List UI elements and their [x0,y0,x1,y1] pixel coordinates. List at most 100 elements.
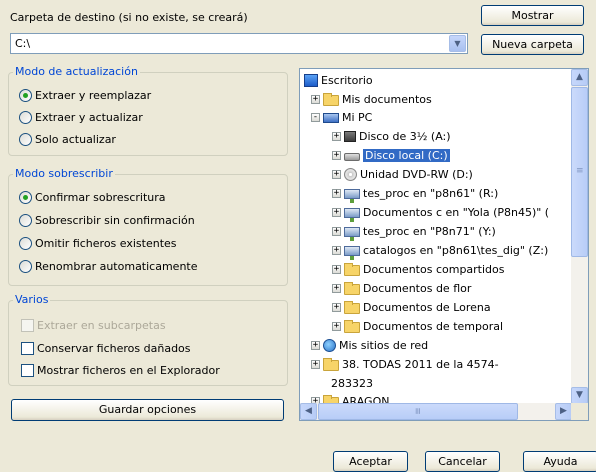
expand-icon[interactable]: + [332,131,341,141]
tree-node-label[interactable]: 283323 [331,377,373,390]
radio-icon[interactable] [19,214,32,227]
tree-node-local-disk[interactable]: + Disco local (C:) [332,146,450,164]
expand-icon[interactable]: + [332,302,341,312]
scroll-down-icon[interactable]: ▼ [571,387,588,404]
tree-node-label[interactable]: Documentos compartidos [363,263,505,276]
expand-icon[interactable]: + [332,283,341,293]
tree-vertical-scrollbar[interactable]: ▲ ≡ ▼ [571,69,588,404]
expand-icon[interactable]: + [332,226,341,236]
tree-node-label[interactable]: Documentos de temporal [363,320,503,333]
collapse-icon[interactable]: - [311,112,320,122]
radio-icon[interactable] [19,237,32,250]
tree-node-network-places[interactable]: + Mis sitios de red [311,336,428,354]
folder-tree[interactable]: Escritorio + Mis documentos - Mi PC + Di… [299,68,589,421]
tree-node-label[interactable]: 38. TODAS 2011 de la 4574- [342,358,499,371]
tree-node-label-selected[interactable]: Disco local (C:) [363,148,450,162]
tree-node-label[interactable]: Documentos de Lorena [363,301,491,314]
radio-auto-rename[interactable]: Renombrar automaticamente [19,260,198,273]
grip-icon: ≡ [411,407,422,415]
expand-icon[interactable]: + [332,264,341,274]
tree-node-label[interactable]: Escritorio [321,74,373,87]
radio-extract-replace[interactable]: Extraer y reemplazar [19,89,151,102]
expand-icon[interactable]: + [311,94,320,104]
dropdown-arrow-icon[interactable]: ▼ [449,35,466,52]
floppy-icon [344,131,356,142]
tree-node-label[interactable]: Unidad DVD-RW (D:) [360,168,473,181]
checkbox-extract-subfolders[interactable]: Extraer en subcarpetas [21,319,166,332]
tree-node-label[interactable]: Mis documentos [342,93,432,106]
checkbox-show-in-explorer[interactable]: Mostrar ficheros en el Explorador [21,364,220,377]
radio-icon[interactable] [19,111,32,124]
tree-node-flor-docs[interactable]: + Documentos de flor [332,279,471,297]
tree-node-label[interactable]: Mi PC [342,111,372,124]
horizontal-scroll-thumb[interactable]: ≡ [318,403,518,420]
tree-node-label[interactable]: tes_proc en "p8n61" (R:) [363,187,498,200]
expand-icon[interactable]: + [332,150,341,160]
tree-node-label[interactable]: tes_proc en "P8n71" (Y:) [363,225,496,238]
update-mode-group: Modo de actualización Extraer y reemplaz… [8,65,288,156]
expand-icon[interactable]: + [332,188,341,198]
desktop-icon [304,73,318,87]
radio-icon[interactable] [19,260,32,273]
new-folder-button[interactable]: Nueva carpeta [481,34,584,55]
folder-icon [344,319,360,333]
destination-path-value[interactable]: C:\ [15,37,30,50]
expand-icon[interactable]: + [332,321,341,331]
expand-icon[interactable]: + [311,359,320,369]
checkbox-label: Conservar ficheros dañados [37,342,191,355]
checkbox-icon[interactable] [21,319,34,332]
radio-skip-existing[interactable]: Omitir ficheros existentes [19,237,177,250]
overwrite-mode-group: Modo sobrescribir Confirmar sobrescritur… [8,167,288,286]
tree-node-net-yola[interactable]: + Documentos c en "Yola (P8n45)" ( [332,203,549,222]
tree-node-net-z[interactable]: + catalogos en "p8n61\tes_dig" (Z:) [332,241,548,260]
vertical-scroll-thumb[interactable]: ≡ [571,87,588,257]
radio-label: Omitir ficheros existentes [35,237,177,250]
tree-node-desktop[interactable]: Escritorio [304,71,373,89]
tree-node-todas-2011[interactable]: + 38. TODAS 2011 de la 4574- [311,355,499,373]
scroll-up-icon[interactable]: ▲ [571,69,588,86]
folder-icon [344,262,360,276]
radio-overwrite-no-confirm[interactable]: Sobrescribir sin confirmación [19,214,195,227]
tree-node-net-y[interactable]: + tes_proc en "P8n71" (Y:) [332,222,496,241]
tree-node-shared-docs[interactable]: + Documentos compartidos [332,260,505,278]
tree-node-dvd[interactable]: + Unidad DVD-RW (D:) [332,165,473,183]
folder-icon [344,281,360,295]
tree-node-floppy[interactable]: + Disco de 3½ (A:) [332,127,451,145]
tree-node-lorena-docs[interactable]: + Documentos de Lorena [332,298,491,316]
expand-icon[interactable]: + [311,340,320,350]
scroll-right-icon[interactable]: ▶ [555,403,572,420]
expand-icon[interactable]: + [332,207,341,217]
checkbox-icon[interactable] [21,342,34,355]
network-drive-icon [344,227,360,241]
scroll-left-icon[interactable]: ◀ [300,403,317,420]
tree-node-my-documents[interactable]: + Mis documentos [311,90,432,108]
radio-selected-icon[interactable] [19,191,32,204]
radio-label: Confirmar sobrescritura [35,191,166,204]
radio-label: Extraer y reemplazar [35,89,152,102]
tree-node-label[interactable]: Disco de 3½ (A:) [359,130,451,143]
tree-horizontal-scrollbar[interactable]: ◀ ≡ ▶ [300,403,572,420]
radio-only-update[interactable]: Solo actualizar [19,133,116,146]
tree-node-label[interactable]: Mis sitios de red [339,339,428,352]
checkbox-icon[interactable] [21,364,34,377]
tree-node-my-pc[interactable]: - Mi PC [311,108,372,126]
radio-icon[interactable] [19,133,32,146]
show-button[interactable]: Mostrar [481,5,584,26]
expand-icon[interactable]: + [332,169,341,179]
checkbox-keep-broken[interactable]: Conservar ficheros dañados [21,342,191,355]
tree-node-temporal-docs[interactable]: + Documentos de temporal [332,317,503,335]
tree-node-todas-2011-cont[interactable]: 283323 [331,374,373,392]
tree-node-label[interactable]: Documentos c en "Yola (P8n45)" ( [363,206,549,219]
radio-confirm-overwrite[interactable]: Confirmar sobrescritura [19,191,166,204]
tree-node-label[interactable]: Documentos de flor [363,282,471,295]
tree-node-net-r[interactable]: + tes_proc en "p8n61" (R:) [332,184,498,203]
radio-selected-icon[interactable] [19,89,32,102]
tree-node-label[interactable]: catalogos en "p8n61\tes_dig" (Z:) [363,244,548,257]
network-drive-icon [344,208,360,222]
update-mode-title: Modo de actualización [13,65,140,79]
expand-icon[interactable]: + [332,245,341,255]
destination-path-combobox[interactable]: C:\ ▼ [10,33,468,54]
radio-label: Renombrar automaticamente [35,260,198,273]
radio-extract-update[interactable]: Extraer y actualizar [19,111,143,124]
save-options-button[interactable]: Guardar opciones [11,399,284,421]
